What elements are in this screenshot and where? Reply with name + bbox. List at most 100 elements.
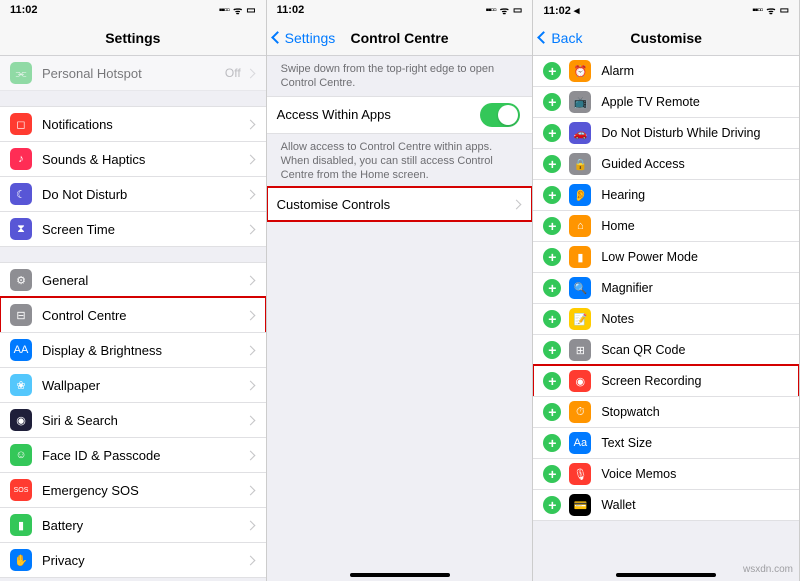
row-icon: ♪ [10, 148, 32, 170]
row-label: Notifications [42, 117, 247, 132]
control-row-notes[interactable]: +📝Notes [533, 303, 799, 335]
control-label: Apple TV Remote [601, 95, 787, 109]
control-icon: ⊞ [569, 339, 591, 361]
row-display-brightness[interactable]: AADisplay & Brightness [0, 332, 266, 368]
add-button[interactable]: + [543, 496, 561, 514]
row-general[interactable]: ⚙General [0, 262, 266, 298]
back-button[interactable]: Settings [273, 30, 336, 46]
row-control-centre[interactable]: ⊟ Control Centre [0, 297, 266, 333]
row-personal-hotspot[interactable]: ⫘ Personal Hotspot Off [0, 56, 266, 91]
add-button[interactable]: + [543, 310, 561, 328]
control-label: Wallet [601, 498, 787, 512]
chevron-right-icon [245, 555, 255, 565]
control-centre-panel: 11:02 ▪▪▫▫ ᯤ ▭ Settings Control Centre S… [267, 0, 534, 581]
page-title: Customise [630, 30, 702, 46]
add-button[interactable]: + [543, 248, 561, 266]
control-row-home[interactable]: +⌂Home [533, 210, 799, 242]
row-wallpaper[interactable]: ❀ Wallpaper [0, 367, 266, 403]
chevron-right-icon [245, 154, 255, 164]
row-icon: ❀ [10, 374, 32, 396]
back-label: Back [551, 30, 582, 46]
page-title: Settings [105, 30, 160, 46]
row-face-id-passcode[interactable]: ☺Face ID & Passcode [0, 437, 266, 473]
control-icon: 🔒 [569, 153, 591, 175]
add-button[interactable]: + [543, 403, 561, 421]
control-row-text-size[interactable]: + Aa Text Size [533, 427, 799, 459]
row-customise-controls[interactable]: Customise Controls [267, 187, 533, 221]
add-button[interactable]: + [543, 93, 561, 111]
control-row-scan-qr-code[interactable]: +⊞Scan QR Code [533, 334, 799, 366]
control-label: Magnifier [601, 281, 787, 295]
add-button[interactable]: + [543, 62, 561, 80]
chevron-left-icon [271, 31, 284, 44]
control-icon: 🎙 [569, 463, 591, 485]
row-notifications[interactable]: ◻︎Notifications [0, 106, 266, 142]
battery-icon: ▭ [513, 5, 522, 16]
add-button[interactable]: + [543, 217, 561, 235]
control-row-apple-tv-remote[interactable]: +📺Apple TV Remote [533, 86, 799, 118]
control-row-voice-memos[interactable]: + 🎙 Voice Memos [533, 458, 799, 490]
row-siri-search[interactable]: ◉Siri & Search [0, 402, 266, 438]
row-icon: ⊟ [10, 304, 32, 326]
add-button[interactable]: + [543, 341, 561, 359]
row-icon: ✋ [10, 549, 32, 571]
chevron-right-icon [512, 200, 522, 210]
settings-list[interactable]: ⫘ Personal Hotspot Off ◻︎Notifications♪S… [0, 56, 266, 581]
control-row-do-not-disturb-while-driving[interactable]: + 🚗 Do Not Disturb While Driving [533, 117, 799, 149]
row-sounds-haptics[interactable]: ♪Sounds & Haptics [0, 141, 266, 177]
customise-panel: 11:02 ◂ ▪▪▫▫ ᯤ ▭ Back Customise +⏰Alarm+… [533, 0, 800, 581]
row-icon: ▮ [10, 514, 32, 536]
chevron-right-icon [245, 345, 255, 355]
add-button[interactable]: + [543, 465, 561, 483]
control-row-stopwatch[interactable]: +⏱Stopwatch [533, 396, 799, 428]
add-button[interactable]: + [543, 124, 561, 142]
control-label: Alarm [601, 64, 787, 78]
control-row-alarm[interactable]: +⏰Alarm [533, 56, 799, 87]
status-bar: 11:02 ▪▪▫▫ ᯤ ▭ [267, 0, 533, 20]
controls-list[interactable]: +⏰Alarm+📺Apple TV Remote+🚗Do Not Disturb… [533, 56, 799, 581]
row-icon: AA [10, 339, 32, 361]
add-button[interactable]: + [543, 372, 561, 390]
row-value: Off [225, 66, 241, 80]
home-indicator[interactable] [616, 573, 716, 577]
row-screen-time[interactable]: ⧗Screen Time [0, 211, 266, 247]
chevron-right-icon [245, 520, 255, 530]
row-label: Screen Time [42, 222, 247, 237]
toggle-access[interactable] [480, 103, 520, 127]
control-centre-content: Swipe down from the top-right edge to op… [267, 56, 533, 581]
row-icon: ☺ [10, 444, 32, 466]
add-button[interactable]: + [543, 186, 561, 204]
control-row-low-power-mode[interactable]: +▮Low Power Mode [533, 241, 799, 273]
control-row-guided-access[interactable]: +🔒Guided Access [533, 148, 799, 180]
row-label: Wallpaper [42, 378, 247, 393]
control-label: Voice Memos [601, 467, 787, 481]
add-button[interactable]: + [543, 434, 561, 452]
row-privacy[interactable]: ✋Privacy [0, 542, 266, 578]
control-label: Stopwatch [601, 405, 787, 419]
row-emergency-sos[interactable]: SOSEmergency SOS [0, 472, 266, 508]
row-battery[interactable]: ▮Battery [0, 507, 266, 543]
control-label: Do Not Disturb While Driving [601, 126, 787, 140]
row-do-not-disturb[interactable]: ☾Do Not Disturb [0, 176, 266, 212]
control-row-screen-recording[interactable]: +◉Screen Recording [533, 365, 799, 397]
chevron-right-icon [245, 119, 255, 129]
control-icon: Aa [569, 432, 591, 454]
control-row-hearing[interactable]: +👂Hearing [533, 179, 799, 211]
chevron-right-icon [245, 310, 255, 320]
back-button[interactable]: Back [539, 30, 582, 46]
home-indicator[interactable] [350, 573, 450, 577]
nav-bar: Settings Control Centre [267, 20, 533, 56]
control-row-magnifier[interactable]: +🔍Magnifier [533, 272, 799, 304]
add-button[interactable]: + [543, 155, 561, 173]
control-label: Text Size [601, 436, 787, 450]
row-access-within-apps[interactable]: Access Within Apps [267, 96, 533, 134]
row-icon: SOS [10, 479, 32, 501]
wifi-icon: ᯤ [766, 3, 775, 17]
control-icon: 🚗 [569, 122, 591, 144]
control-label: Hearing [601, 188, 787, 202]
row-label: Control Centre [42, 308, 247, 323]
control-label: Low Power Mode [601, 250, 787, 264]
control-row-wallet[interactable]: +💳Wallet [533, 489, 799, 521]
add-button[interactable]: + [543, 279, 561, 297]
nav-bar: Settings [0, 20, 266, 56]
